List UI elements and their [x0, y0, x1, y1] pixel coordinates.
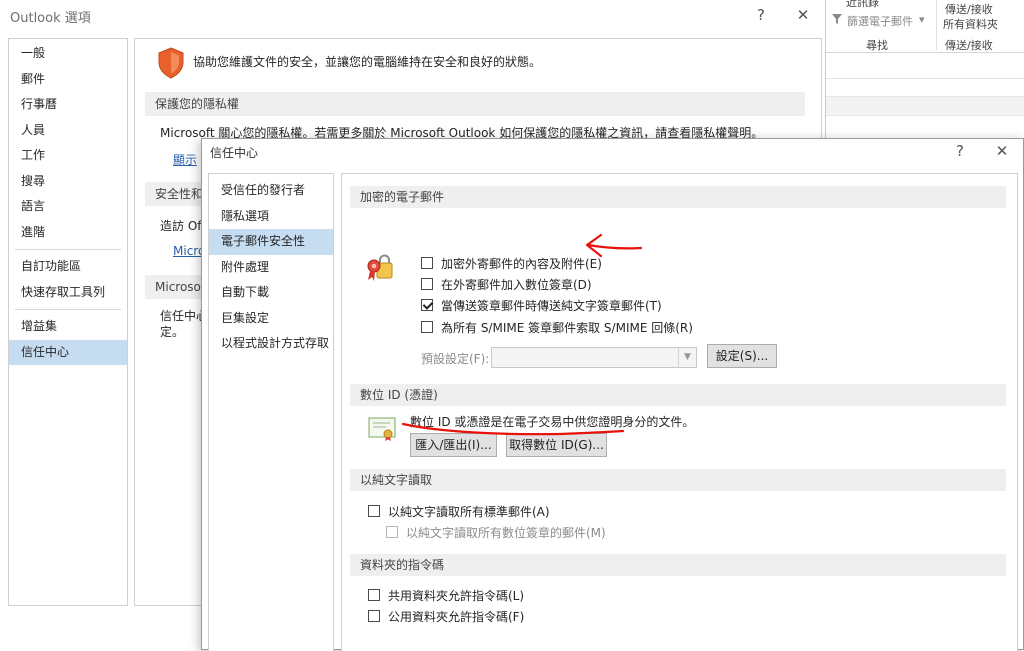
sidebar-item-tasks[interactable]: 工作	[9, 143, 127, 169]
group-label-send-receive: 傳送/接收	[945, 39, 993, 52]
sidebar-item-search[interactable]: 搜尋	[9, 169, 127, 195]
import-export-button[interactable]: 匯入/匯出(I)...	[410, 433, 497, 457]
help-button[interactable]: ?	[750, 4, 772, 26]
checkbox-box[interactable]	[421, 321, 433, 333]
encrypted-email-header: 加密的電子郵件	[350, 186, 1006, 208]
checkbox-label: 公用資料夾允許指令碼(F)	[388, 609, 525, 624]
sidebar-item-email-security[interactable]: 電子郵件安全性	[209, 229, 333, 255]
digital-id-header: 數位 ID (憑證)	[350, 384, 1006, 406]
checkbox-label: 在外寄郵件加入數位簽章(D)	[441, 277, 592, 292]
add-digital-signature-checkbox[interactable]: 在外寄郵件加入數位簽章(D)	[421, 275, 592, 293]
ribbon-divider	[826, 52, 1024, 53]
sidebar-item-language[interactable]: 語言	[9, 194, 127, 220]
ribbon-divider	[826, 78, 1024, 79]
checkbox-label: 為所有 S/MIME 簽章郵件索取 S/MIME 回條(R)	[441, 320, 693, 335]
send-receive-all-line2[interactable]: 所有資料夾	[943, 16, 998, 32]
public-folder-script-checkbox[interactable]: 公用資料夾允許指令碼(F)	[368, 607, 524, 625]
clear-text-signed-checkbox[interactable]: 當傳送簽章郵件時傳送純文字簽章郵件(T)	[421, 296, 662, 314]
shield-icon	[158, 47, 184, 79]
checkbox-label: 以純文字讀取所有標準郵件(A)	[388, 504, 550, 519]
filter-mail-button[interactable]: 篩選電子郵件	[847, 13, 913, 29]
options-sidebar: 一般 郵件 行事曆 人員 工作 搜尋 語言 進階 自訂功能區 快速存取工具列 增…	[8, 38, 128, 606]
trust-center-intro: 協助您維護文件的安全，並讓您的電腦維持在安全和良好的狀態。	[193, 55, 542, 69]
certificate-icon	[368, 417, 396, 441]
ribbon-separator	[936, 0, 937, 50]
sidebar-item-privacy-options[interactable]: 隱私選項	[209, 204, 333, 230]
encrypt-contents-checkbox[interactable]: 加密外寄郵件的內容及附件(E)	[421, 254, 602, 272]
sidebar-divider	[15, 309, 121, 310]
sidebar-item-trust-center[interactable]: 信任中心	[9, 339, 127, 365]
sidebar-item-calendar[interactable]: 行事曆	[9, 92, 127, 118]
checkbox-box[interactable]	[368, 589, 380, 601]
checkbox-box-checked[interactable]	[421, 299, 433, 311]
checkbox-label: 共用資料夾允許指令碼(L)	[388, 588, 525, 603]
sidebar-item-quick-access-toolbar[interactable]: 快速存取工具列	[9, 280, 127, 306]
sidebar-item-customize-ribbon[interactable]: 自訂功能區	[9, 254, 127, 280]
sidebar-item-advanced[interactable]: 進階	[9, 220, 127, 246]
sidebar-item-add-ins[interactable]: 增益集	[9, 314, 127, 340]
sidebar-divider	[15, 249, 121, 250]
checkbox-label: 當傳送簽章郵件時傳送純文字簽章郵件(T)	[441, 298, 662, 313]
encryption-lock-icon	[367, 254, 393, 281]
trust-center-dialog: 信任中心 ? ✕ 受信任的發行者 隱私選項 電子郵件安全性 附件處理 自動下載 …	[201, 138, 1024, 651]
ribbon-band	[826, 96, 1024, 116]
checkbox-box[interactable]	[368, 610, 380, 622]
read-signed-plain-text-checkbox[interactable]: 以純文字讀取所有數位簽章的郵件(M)	[386, 523, 606, 541]
sidebar-item-people[interactable]: 人員	[9, 118, 127, 144]
security-text: 造訪 Of	[160, 219, 202, 233]
checkbox-box[interactable]	[421, 278, 433, 290]
default-setting-dropdown[interactable]: ▼	[491, 347, 697, 368]
sidebar-item-programmatic-access[interactable]: 以程式設計方式存取	[209, 331, 333, 357]
trust-center-sidebar: 受信任的發行者 隱私選項 電子郵件安全性 附件處理 自動下載 巨集設定 以程式設…	[208, 173, 334, 651]
checkbox-label: 以純文字讀取所有數位簽章的郵件(M)	[406, 525, 606, 540]
send-receive-all-line1[interactable]: 傳送/接收	[945, 1, 993, 17]
email-security-content: 加密的電子郵件 加密外寄郵件的內容及附件(E) 在外寄郵件加入數位簽章(D) 當…	[341, 173, 1018, 651]
window-title: Outlook 選項	[10, 11, 91, 26]
plain-text-header: 以純文字讀取	[350, 469, 1006, 491]
help-button[interactable]: ?	[949, 140, 971, 162]
checkbox-box-disabled[interactable]	[386, 526, 398, 538]
folder-script-header: 資料夾的指令碼	[350, 554, 1006, 576]
group-label-find: 尋找	[866, 39, 888, 52]
sidebar-item-trusted-publishers[interactable]: 受信任的發行者	[209, 178, 333, 204]
show-privacy-link[interactable]: 顯示	[173, 151, 197, 168]
filter-icon	[832, 14, 842, 24]
digital-id-description: 數位 ID 或憑證是在電子交易中供您證明身分的文件。	[410, 415, 695, 429]
chevron-down-icon: ▾	[919, 13, 925, 26]
shared-folder-script-checkbox[interactable]: 共用資料夾允許指令碼(L)	[368, 586, 524, 604]
close-button[interactable]: ✕	[792, 4, 814, 26]
settings-button[interactable]: 設定(S)...	[707, 344, 777, 368]
privacy-section-header: 保護您的隱私權	[145, 92, 805, 116]
checkbox-box[interactable]	[421, 257, 433, 269]
close-button[interactable]: ✕	[991, 140, 1013, 162]
sidebar-item-general[interactable]: 一般	[9, 41, 127, 67]
sidebar-item-automatic-download[interactable]: 自動下載	[209, 280, 333, 306]
default-setting-label: 預設設定(F):	[421, 352, 490, 366]
smime-receipt-checkbox[interactable]: 為所有 S/MIME 簽章郵件索取 S/MIME 回條(R)	[421, 318, 693, 336]
sidebar-item-attachment-handling[interactable]: 附件處理	[209, 255, 333, 281]
sidebar-item-mail[interactable]: 郵件	[9, 67, 127, 93]
address-book-button[interactable]: 近訊錄	[846, 0, 879, 10]
sidebar-item-macro-settings[interactable]: 巨集設定	[209, 306, 333, 332]
read-all-plain-text-checkbox[interactable]: 以純文字讀取所有標準郵件(A)	[368, 502, 550, 520]
get-digital-id-button[interactable]: 取得數位 ID(G)...	[506, 433, 607, 457]
dialog-title: 信任中心	[210, 146, 259, 160]
trust-center-text-line2: 定。	[160, 325, 185, 339]
checkbox-box[interactable]	[368, 505, 380, 517]
checkbox-label: 加密外寄郵件的內容及附件(E)	[441, 256, 602, 271]
chevron-down-icon: ▼	[678, 348, 696, 367]
